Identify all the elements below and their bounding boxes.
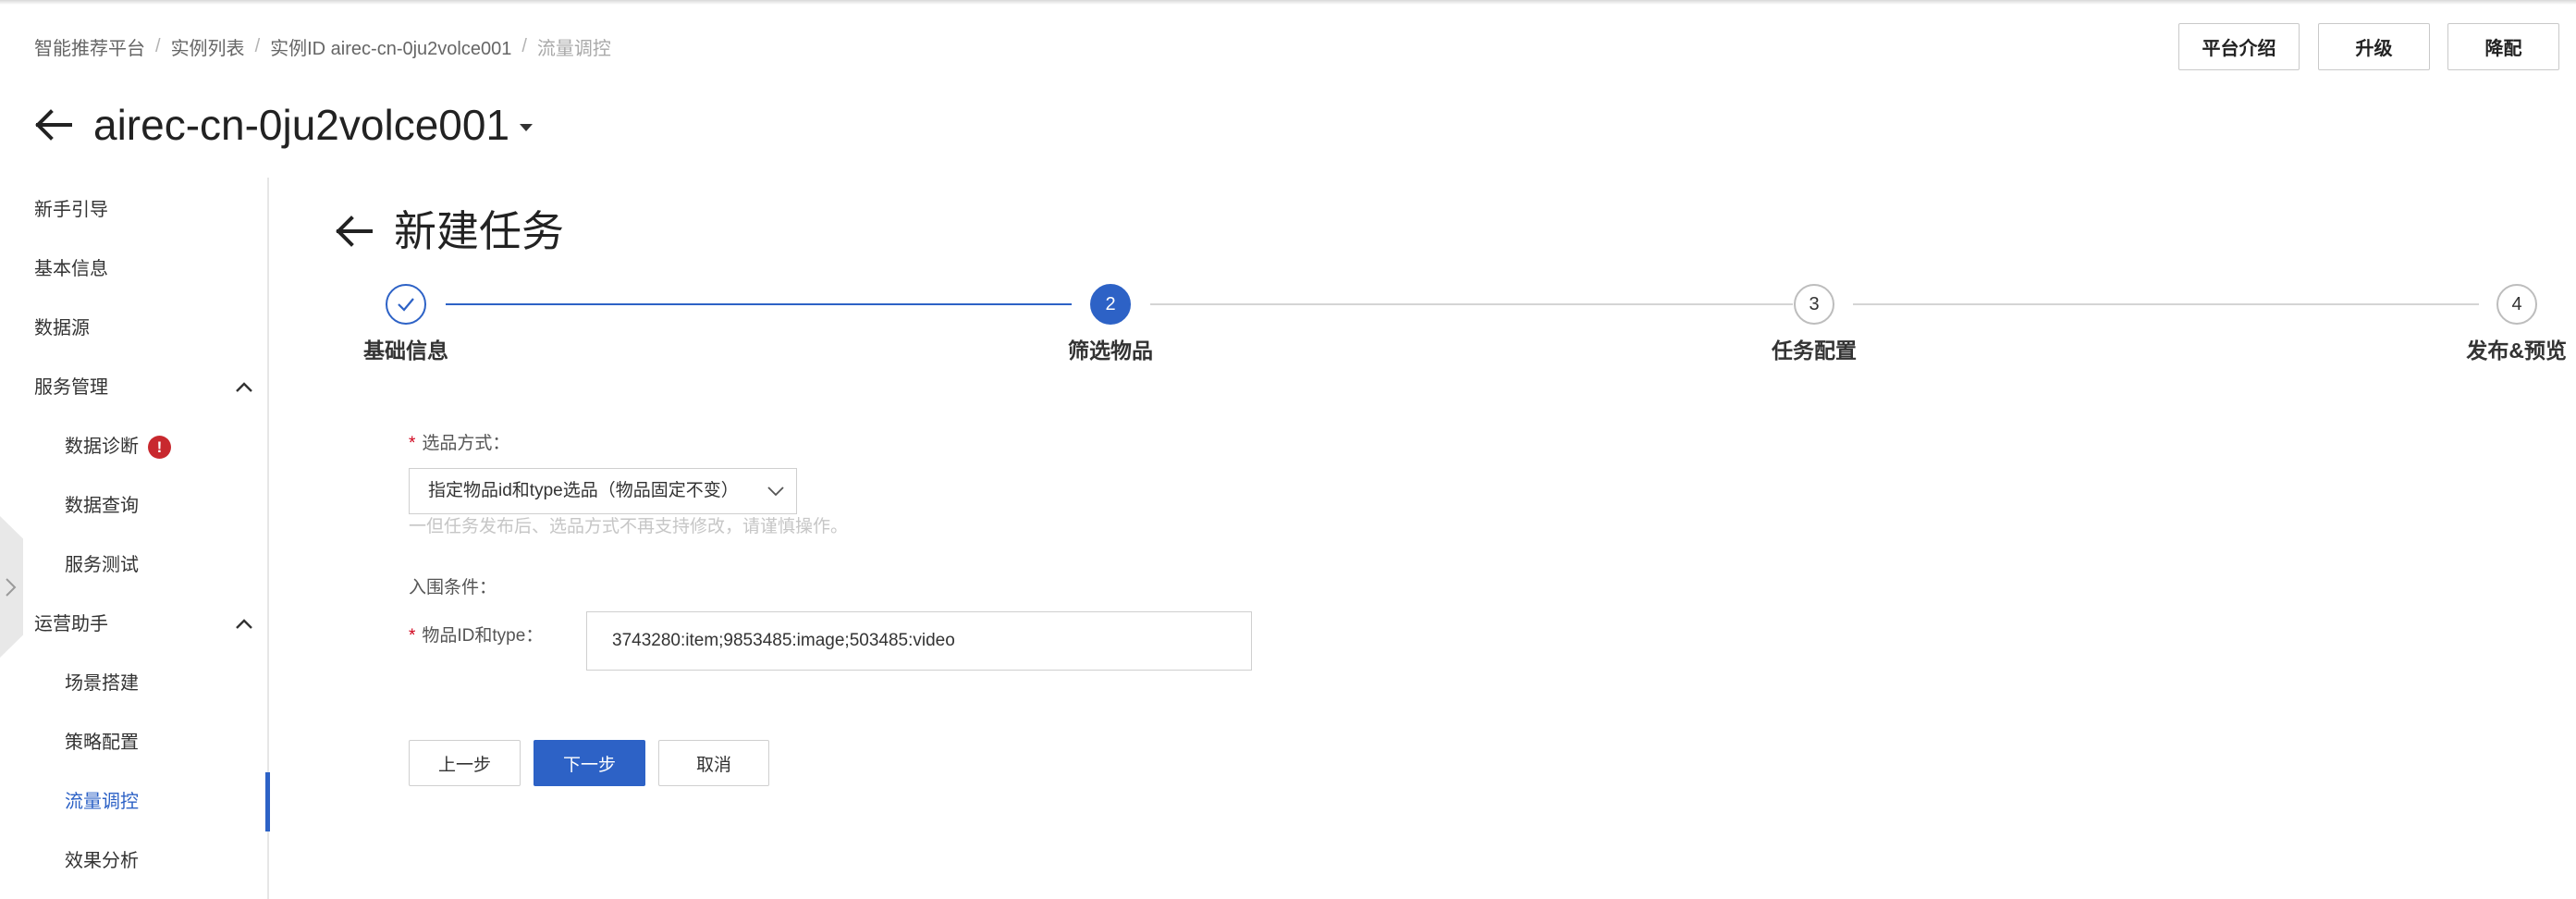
chevron-up-icon[interactable]: [235, 379, 253, 396]
sidebar-item-effect-analysis[interactable]: 效果分析: [65, 843, 259, 880]
breadcrumb: 智能推荐平台 / 实例列表 / 实例ID airec-cn-0ju2volce0…: [34, 33, 611, 59]
instance-switcher[interactable]: airec-cn-0ju2volce001: [93, 98, 534, 152]
sidebar-item-basic-info[interactable]: 基本信息: [34, 251, 265, 288]
check-icon: [398, 298, 414, 312]
criteria-heading: 入围条件：: [409, 578, 497, 597]
sidebar-item-strategy-config[interactable]: 策略配置: [65, 724, 259, 761]
arrow-left-icon[interactable]: [334, 215, 373, 248]
sidebar-item-label: 服务管理: [34, 377, 108, 398]
breadcrumb-separator: /: [521, 35, 527, 56]
chevron-up-icon[interactable]: [235, 616, 253, 633]
sidebar-item-label: 数据源: [34, 318, 90, 339]
caret-down-icon: [520, 124, 534, 131]
downgrade-button[interactable]: 降配: [2447, 23, 2559, 70]
sidebar-collapse-handle[interactable]: [0, 516, 23, 658]
platform-intro-button[interactable]: 平台介绍: [2178, 23, 2300, 70]
breadcrumb-platform[interactable]: 智能推荐平台: [34, 33, 145, 60]
sidebar-item-label: 新手引导: [34, 200, 108, 220]
required-mark: *: [409, 626, 416, 646]
upgrade-button[interactable]: 升级: [2318, 23, 2430, 70]
step-1-label: 基础信息: [363, 339, 448, 363]
sidebar-item-label: 运营助手: [34, 614, 108, 634]
alert-icon: !: [148, 435, 171, 459]
breadcrumb-separator: /: [155, 35, 161, 56]
step-connector: [1853, 303, 2479, 305]
step-connector: [446, 303, 1072, 305]
required-mark: *: [409, 434, 416, 453]
prev-step-button[interactable]: 上一步: [409, 740, 521, 786]
sidebar-item-data-query[interactable]: 数据查询: [65, 487, 259, 524]
sidebar-item-scene-build[interactable]: 场景搭建: [65, 665, 259, 702]
selection-mode-help: 一但任务发布后、选品方式不再支持修改，请谨慎操作。: [409, 517, 849, 536]
sidebar-group-operations-assistant[interactable]: 运营助手: [34, 606, 265, 643]
breadcrumb-instance-list[interactable]: 实例列表: [171, 33, 245, 60]
chevron-down-icon: [767, 486, 784, 497]
top-shadow: [0, 0, 2576, 5]
step-4-indicator: 4: [2496, 284, 2537, 325]
sidebar-group-service-management[interactable]: 服务管理: [34, 369, 265, 406]
sidebar-item-label: 流量调控: [65, 792, 139, 812]
sidebar-item-label: 基本信息: [34, 259, 108, 279]
item-ids-label: * 物品ID和type：: [409, 623, 543, 649]
step-connector: [1150, 303, 1793, 305]
step-3-label: 任务配置: [1772, 339, 1857, 363]
sidebar-item-label: 策略配置: [65, 733, 139, 753]
step-4-label: 发布&预览: [2466, 339, 2567, 363]
step-1-indicator: [386, 284, 426, 325]
step-3-indicator: 3: [1794, 284, 1834, 325]
item-ids-label-text: 物品ID和type：: [422, 626, 544, 646]
breadcrumb-current: 流量调控: [536, 38, 611, 59]
sidebar-item-label: 场景搭建: [65, 673, 139, 694]
sidebar-item-label: 服务测试: [65, 555, 139, 575]
cancel-button[interactable]: 取消: [658, 740, 769, 786]
sidebar-item-label: 数据查询: [65, 496, 139, 516]
step-2-indicator: 2: [1090, 284, 1131, 325]
sidebar-item-label: 数据诊断: [65, 437, 139, 457]
breadcrumb-instance-id[interactable]: 实例ID airec-cn-0ju2volce001: [270, 33, 511, 60]
arrow-left-icon[interactable]: [33, 108, 72, 142]
sidebar-item-service-test[interactable]: 服务测试: [65, 547, 259, 584]
selection-mode-select[interactable]: 指定物品id和type选品（物品固定不变）: [409, 468, 797, 514]
sidebar-item-label: 效果分析: [65, 851, 139, 871]
sidebar-item-getting-started[interactable]: 新手引导: [34, 191, 265, 228]
breadcrumb-separator: /: [254, 35, 261, 56]
instance-title: airec-cn-0ju2volce001: [93, 101, 510, 149]
page-title: 新建任务: [394, 207, 564, 255]
step-2-label: 筛选物品: [1068, 339, 1153, 363]
selection-mode-label-text: 选品方式：: [422, 434, 510, 453]
selection-mode-value: 指定物品id和type选品（物品固定不变）: [428, 481, 739, 500]
sidebar-item-data-diagnosis[interactable]: 数据诊断 !: [65, 428, 259, 465]
chevron-right-icon: [6, 578, 17, 597]
next-step-button[interactable]: 下一步: [534, 740, 645, 786]
sidebar-active-indicator: [265, 772, 270, 831]
sidebar-item-data-source[interactable]: 数据源: [34, 310, 265, 347]
selection-mode-label: * 选品方式：: [409, 431, 509, 457]
sidebar-item-traffic-control[interactable]: 流量调控: [65, 783, 259, 820]
item-ids-input[interactable]: [586, 611, 1252, 671]
